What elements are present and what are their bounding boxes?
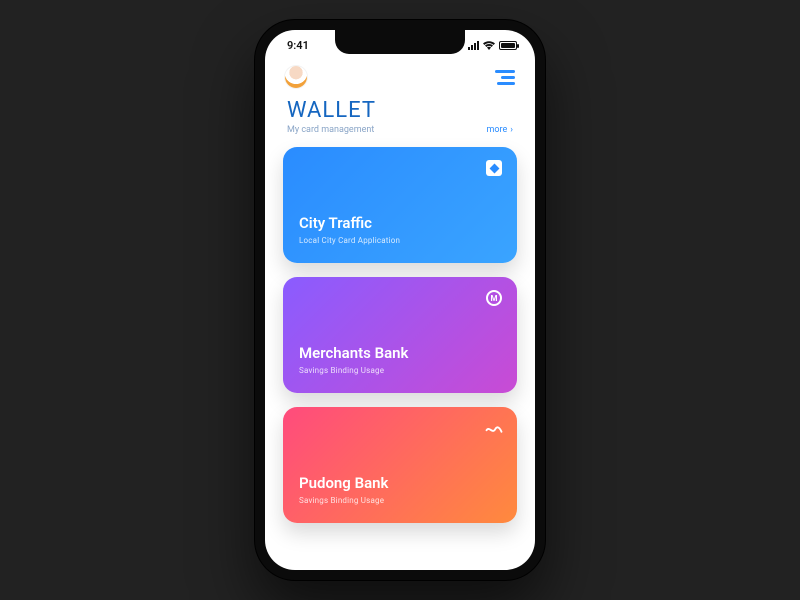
signal-icon xyxy=(468,41,479,50)
card-subtitle: Savings Binding Usage xyxy=(299,366,501,375)
screen: 9:41 WALLET My card management more xyxy=(265,30,535,570)
battery-icon xyxy=(499,41,517,50)
top-bar xyxy=(265,60,535,92)
page-title: WALLET xyxy=(287,98,513,123)
card-title: City Traffic xyxy=(299,214,501,232)
more-link[interactable]: more › xyxy=(487,125,513,135)
status-time: 9:41 xyxy=(287,39,309,52)
card-title: Pudong Bank xyxy=(299,474,501,492)
card-subtitle: Local City Card Application xyxy=(299,236,501,245)
menu-button[interactable] xyxy=(495,70,515,85)
notch xyxy=(335,30,465,54)
chevron-right-icon: › xyxy=(510,125,513,135)
phone-mockup: 9:41 WALLET My card management more xyxy=(255,20,545,580)
card-list: City Traffic Local City Card Application… xyxy=(265,137,535,523)
wallet-card[interactable]: M Merchants Bank Savings Binding Usage xyxy=(283,277,517,393)
wave-icon xyxy=(485,419,503,437)
wallet-card[interactable]: City Traffic Local City Card Application xyxy=(283,147,517,263)
square-icon xyxy=(485,159,503,177)
card-title: Merchants Bank xyxy=(299,344,501,362)
avatar[interactable] xyxy=(285,66,307,88)
ring-m-icon: M xyxy=(485,289,503,307)
page-subtitle: My card management xyxy=(287,125,374,135)
wallet-card[interactable]: Pudong Bank Savings Binding Usage xyxy=(283,407,517,523)
more-label: more xyxy=(487,125,508,135)
wifi-icon xyxy=(483,41,495,50)
header: WALLET My card management more › xyxy=(265,92,535,137)
status-indicators xyxy=(468,41,517,50)
card-subtitle: Savings Binding Usage xyxy=(299,496,501,505)
